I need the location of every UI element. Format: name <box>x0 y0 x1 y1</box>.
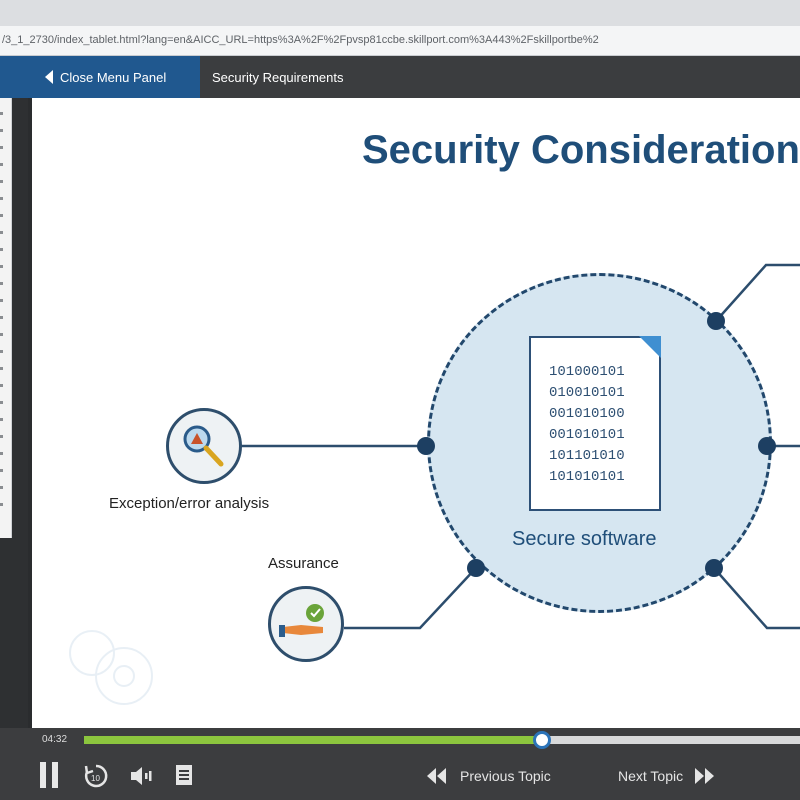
replay-icon: 10 <box>84 764 108 788</box>
binary-line: 010010101 <box>549 385 625 401</box>
menu-item-marker <box>0 112 3 115</box>
menu-item-marker <box>0 282 3 285</box>
close-menu-panel-button[interactable]: Close Menu Panel <box>0 56 200 98</box>
binary-line: 101101010 <box>549 448 625 464</box>
close-menu-panel-label: Close Menu Panel <box>60 69 167 85</box>
menu-item-marker <box>0 469 3 472</box>
previous-topic-label: Previous Topic <box>460 768 551 784</box>
menu-item-marker <box>0 435 3 438</box>
elapsed-time: 04:32 <box>42 734 68 745</box>
menu-item-marker <box>0 452 3 455</box>
secure-software-label: Secure software <box>512 528 657 550</box>
next-topic-label: Next Topic <box>618 768 684 784</box>
menu-item-marker <box>0 350 3 353</box>
binary-lines: 101000101 010010101 001010100 001010101 … <box>549 362 625 488</box>
progress-fill <box>84 736 543 744</box>
binary-line: 001010100 <box>549 406 625 422</box>
menu-item-marker <box>0 401 3 404</box>
volume-button[interactable] <box>128 762 154 790</box>
menu-item-marker <box>0 180 3 183</box>
binary-line: 101000101 <box>549 364 625 380</box>
binary-document-icon: 101000101 010010101 001010100 001010101 … <box>529 336 661 511</box>
menu-item-marker <box>0 333 3 336</box>
menu-item-marker <box>0 384 3 387</box>
menu-item-marker <box>0 265 3 268</box>
svg-text:10: 10 <box>91 774 100 783</box>
menu-item-marker <box>0 214 3 217</box>
menu-panel <box>0 98 28 728</box>
previous-topic-button[interactable]: Previous Topic <box>424 762 564 790</box>
replay-10-button[interactable]: 10 <box>82 762 110 790</box>
menu-item-marker <box>0 163 3 166</box>
chevron-left-icon <box>45 70 53 84</box>
progress-handle[interactable] <box>533 731 552 749</box>
menu-scroll-strip[interactable] <box>0 98 12 538</box>
assurance-icon-circle[interactable] <box>268 586 344 662</box>
browser-tab-strip <box>0 0 800 26</box>
connector-node-bottom-left <box>467 559 485 577</box>
connector-node-right <box>758 437 776 455</box>
progress-bar[interactable] <box>84 731 800 749</box>
menu-item-marker <box>0 231 3 234</box>
binary-line: 101010101 <box>549 469 625 485</box>
magnifier-icon <box>183 425 224 467</box>
speaker-icon <box>131 767 152 785</box>
menu-item-marker <box>0 129 3 132</box>
pause-button[interactable] <box>40 762 62 790</box>
connector-node-bottom-right <box>705 559 723 577</box>
menu-item-marker <box>0 367 3 370</box>
menu-item-marker <box>0 146 3 149</box>
document-fold <box>639 336 661 358</box>
pause-bar <box>52 762 58 788</box>
menu-item-marker <box>0 248 3 251</box>
course-topbar: Close Menu Panel Security Requirements <box>0 56 800 98</box>
double-chevron-left-icon <box>427 768 446 784</box>
pause-bar <box>40 762 46 788</box>
menu-item-marker <box>0 197 3 200</box>
menu-item-marker <box>0 503 3 506</box>
binary-line: 001010101 <box>549 427 625 443</box>
notes-button[interactable] <box>174 762 194 790</box>
topic-title: Security Requirements <box>212 69 344 85</box>
connector-node-left <box>417 437 435 455</box>
address-bar[interactable]: /3_1_2730/index_tablet.html?lang=en&AICC… <box>0 26 800 56</box>
url-text[interactable]: /3_1_2730/index_tablet.html?lang=en&AICC… <box>2 34 800 46</box>
next-topic-button[interactable]: Next Topic <box>618 762 728 790</box>
menu-item-marker <box>0 316 3 319</box>
document-icon <box>176 765 192 785</box>
exception-analysis-label: Exception/error analysis <box>109 495 270 512</box>
menu-item-marker <box>0 486 3 489</box>
connector-node-top-right <box>707 312 725 330</box>
assurance-label: Assurance <box>268 555 339 572</box>
menu-item-marker <box>0 418 3 421</box>
menu-item-marker <box>0 299 3 302</box>
hand-check-icon <box>279 604 324 637</box>
exception-analysis-icon-circle[interactable] <box>166 408 242 484</box>
player-controls: 04:32 10 Previous Topic Next Topic <box>0 728 800 800</box>
slide-canvas: Security Considerations 101000101 010010… <box>32 98 800 728</box>
double-chevron-right-icon <box>695 768 715 784</box>
